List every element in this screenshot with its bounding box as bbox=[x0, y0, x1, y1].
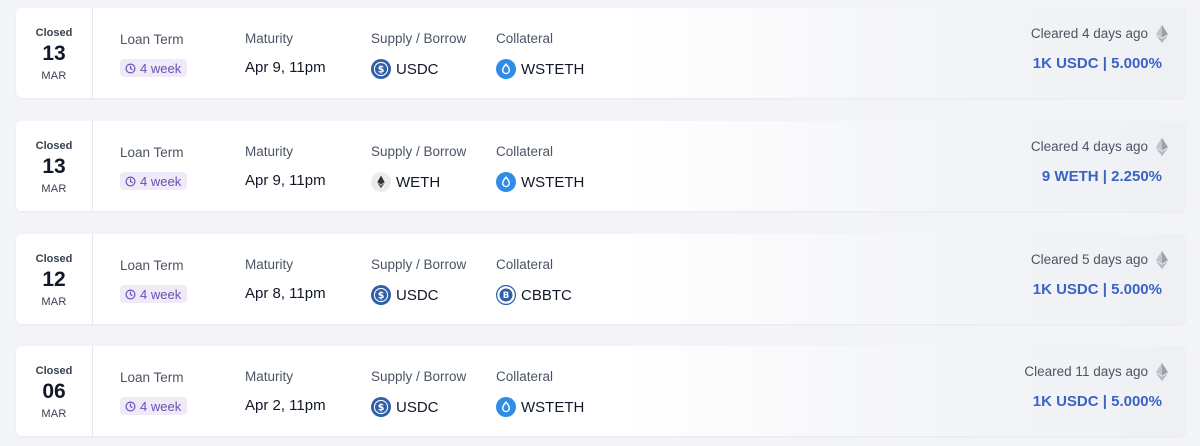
status-label: Closed bbox=[35, 140, 73, 152]
loan-term-badge: 4 week bbox=[120, 172, 188, 190]
usdc-icon: $ bbox=[371, 397, 391, 417]
svg-text:$: $ bbox=[378, 65, 385, 76]
wsteth-icon bbox=[496, 397, 516, 417]
collateral-token: WSTETH bbox=[496, 172, 584, 192]
maturity-label: Maturity bbox=[245, 144, 294, 159]
auction-card[interactable]: Closed 13 MAR Loan Term 4 week Maturity … bbox=[16, 8, 1186, 98]
date-month: MAR bbox=[41, 296, 67, 308]
clearing-info: Cleared 5 days ago 1K USDC | 5.000% bbox=[886, 234, 1186, 324]
supply-token-symbol: USDC bbox=[396, 286, 439, 304]
cleared-time: Cleared 4 days ago bbox=[1030, 139, 1148, 154]
date-month: MAR bbox=[41, 70, 67, 82]
collateral-token-symbol: CBBTC bbox=[521, 286, 572, 304]
date-day: 12 bbox=[42, 268, 66, 291]
loan-term-value: 4 week bbox=[140, 60, 182, 76]
supply-token-symbol: WETH bbox=[396, 173, 441, 191]
supply-borrow-label: Supply / Borrow bbox=[371, 257, 467, 272]
svg-text:$: $ bbox=[378, 291, 385, 302]
svg-text:B: B bbox=[503, 291, 509, 301]
collateral-label: Collateral bbox=[496, 369, 554, 384]
clock-icon bbox=[125, 401, 136, 411]
date-day: 13 bbox=[42, 42, 66, 65]
clock-icon bbox=[125, 176, 136, 186]
auction-card[interactable]: Closed 06 MAR Loan Term 4 week Maturity … bbox=[16, 346, 1186, 436]
collateral-label: Collateral bbox=[496, 257, 554, 272]
loan-term-label: Loan Term bbox=[120, 32, 184, 47]
loan-term-badge: 4 week bbox=[120, 285, 188, 303]
date-month: MAR bbox=[41, 183, 67, 195]
loan-term-value: 4 week bbox=[140, 286, 182, 302]
date-month: MAR bbox=[41, 408, 67, 420]
auction-date: Closed 13 MAR bbox=[16, 8, 93, 98]
wsteth-icon bbox=[496, 59, 516, 79]
collateral-token-symbol: WSTETH bbox=[521, 60, 585, 78]
supply-token: $ USDC bbox=[371, 397, 439, 417]
collateral-token: WSTETH bbox=[496, 59, 584, 79]
loan-term-label: Loan Term bbox=[120, 145, 184, 160]
supply-borrow-label: Supply / Borrow bbox=[371, 31, 467, 46]
loan-term-badge: 4 week bbox=[120, 397, 188, 415]
status-label: Closed bbox=[35, 365, 73, 377]
auction-list: Closed 13 MAR Loan Term 4 week Maturity … bbox=[0, 0, 1200, 446]
clearing-info: Cleared 4 days ago 9 WETH | 2.250% bbox=[886, 121, 1186, 211]
date-day: 06 bbox=[42, 380, 66, 403]
auction-date: Closed 06 MAR bbox=[16, 346, 93, 436]
ethereum-icon bbox=[1156, 138, 1168, 156]
date-day: 13 bbox=[42, 155, 66, 178]
supply-token: $ USDC bbox=[371, 59, 439, 79]
cleared-time: Cleared 5 days ago bbox=[1030, 252, 1148, 267]
clearing-offer: 1K USDC | 5.000% bbox=[1032, 393, 1162, 410]
supply-token-symbol: USDC bbox=[396, 60, 439, 78]
loan-term-badge: 4 week bbox=[120, 59, 188, 77]
ethereum-icon bbox=[1156, 25, 1168, 43]
maturity-value: Apr 9, 11pm bbox=[245, 172, 326, 189]
auction-date: Closed 12 MAR bbox=[16, 234, 93, 324]
usdc-icon: $ bbox=[371, 59, 391, 79]
loan-term-label: Loan Term bbox=[120, 258, 184, 273]
maturity-label: Maturity bbox=[245, 369, 294, 384]
collateral-token: B CBBTC bbox=[496, 285, 572, 305]
collateral-token: WSTETH bbox=[496, 397, 584, 417]
wsteth-icon bbox=[496, 172, 516, 192]
maturity-value: Apr 2, 11pm bbox=[245, 397, 326, 414]
clearing-offer: 9 WETH | 2.250% bbox=[1041, 168, 1162, 185]
auction-date: Closed 13 MAR bbox=[16, 121, 93, 211]
loan-term-label: Loan Term bbox=[120, 370, 184, 385]
loan-term-value: 4 week bbox=[140, 173, 182, 189]
supply-borrow-label: Supply / Borrow bbox=[371, 369, 467, 384]
maturity-label: Maturity bbox=[245, 31, 294, 46]
ethereum-icon bbox=[1156, 251, 1168, 269]
auction-card[interactable]: Closed 13 MAR Loan Term 4 week Maturity … bbox=[16, 121, 1186, 211]
cleared-time: Cleared 4 days ago bbox=[1030, 26, 1148, 41]
supply-token-symbol: USDC bbox=[396, 398, 439, 416]
auction-card[interactable]: Closed 12 MAR Loan Term 4 week Maturity … bbox=[16, 234, 1186, 324]
svg-text:$: $ bbox=[378, 403, 385, 414]
supply-borrow-label: Supply / Borrow bbox=[371, 144, 467, 159]
maturity-value: Apr 9, 11pm bbox=[245, 59, 326, 76]
clearing-info: Cleared 4 days ago 1K USDC | 5.000% bbox=[886, 8, 1186, 98]
clock-icon bbox=[125, 63, 136, 73]
collateral-token-symbol: WSTETH bbox=[521, 398, 585, 416]
status-label: Closed bbox=[35, 27, 73, 39]
clearing-offer: 1K USDC | 5.000% bbox=[1032, 281, 1162, 298]
status-label: Closed bbox=[35, 253, 73, 265]
loan-term-value: 4 week bbox=[140, 398, 182, 414]
usdc-icon: $ bbox=[371, 285, 391, 305]
clearing-offer: 1K USDC | 5.000% bbox=[1032, 55, 1162, 72]
cbbtc-icon: B bbox=[496, 285, 516, 305]
clearing-info: Cleared 11 days ago 1K USDC | 5.000% bbox=[886, 346, 1186, 436]
clock-icon bbox=[125, 289, 136, 299]
maturity-value: Apr 8, 11pm bbox=[245, 285, 326, 302]
cleared-time: Cleared 11 days ago bbox=[1024, 364, 1148, 379]
collateral-label: Collateral bbox=[496, 31, 554, 46]
collateral-label: Collateral bbox=[496, 144, 554, 159]
weth-icon bbox=[371, 172, 391, 192]
collateral-token-symbol: WSTETH bbox=[521, 173, 585, 191]
maturity-label: Maturity bbox=[245, 257, 294, 272]
ethereum-icon bbox=[1156, 363, 1168, 381]
supply-token: WETH bbox=[371, 172, 440, 192]
supply-token: $ USDC bbox=[371, 285, 439, 305]
